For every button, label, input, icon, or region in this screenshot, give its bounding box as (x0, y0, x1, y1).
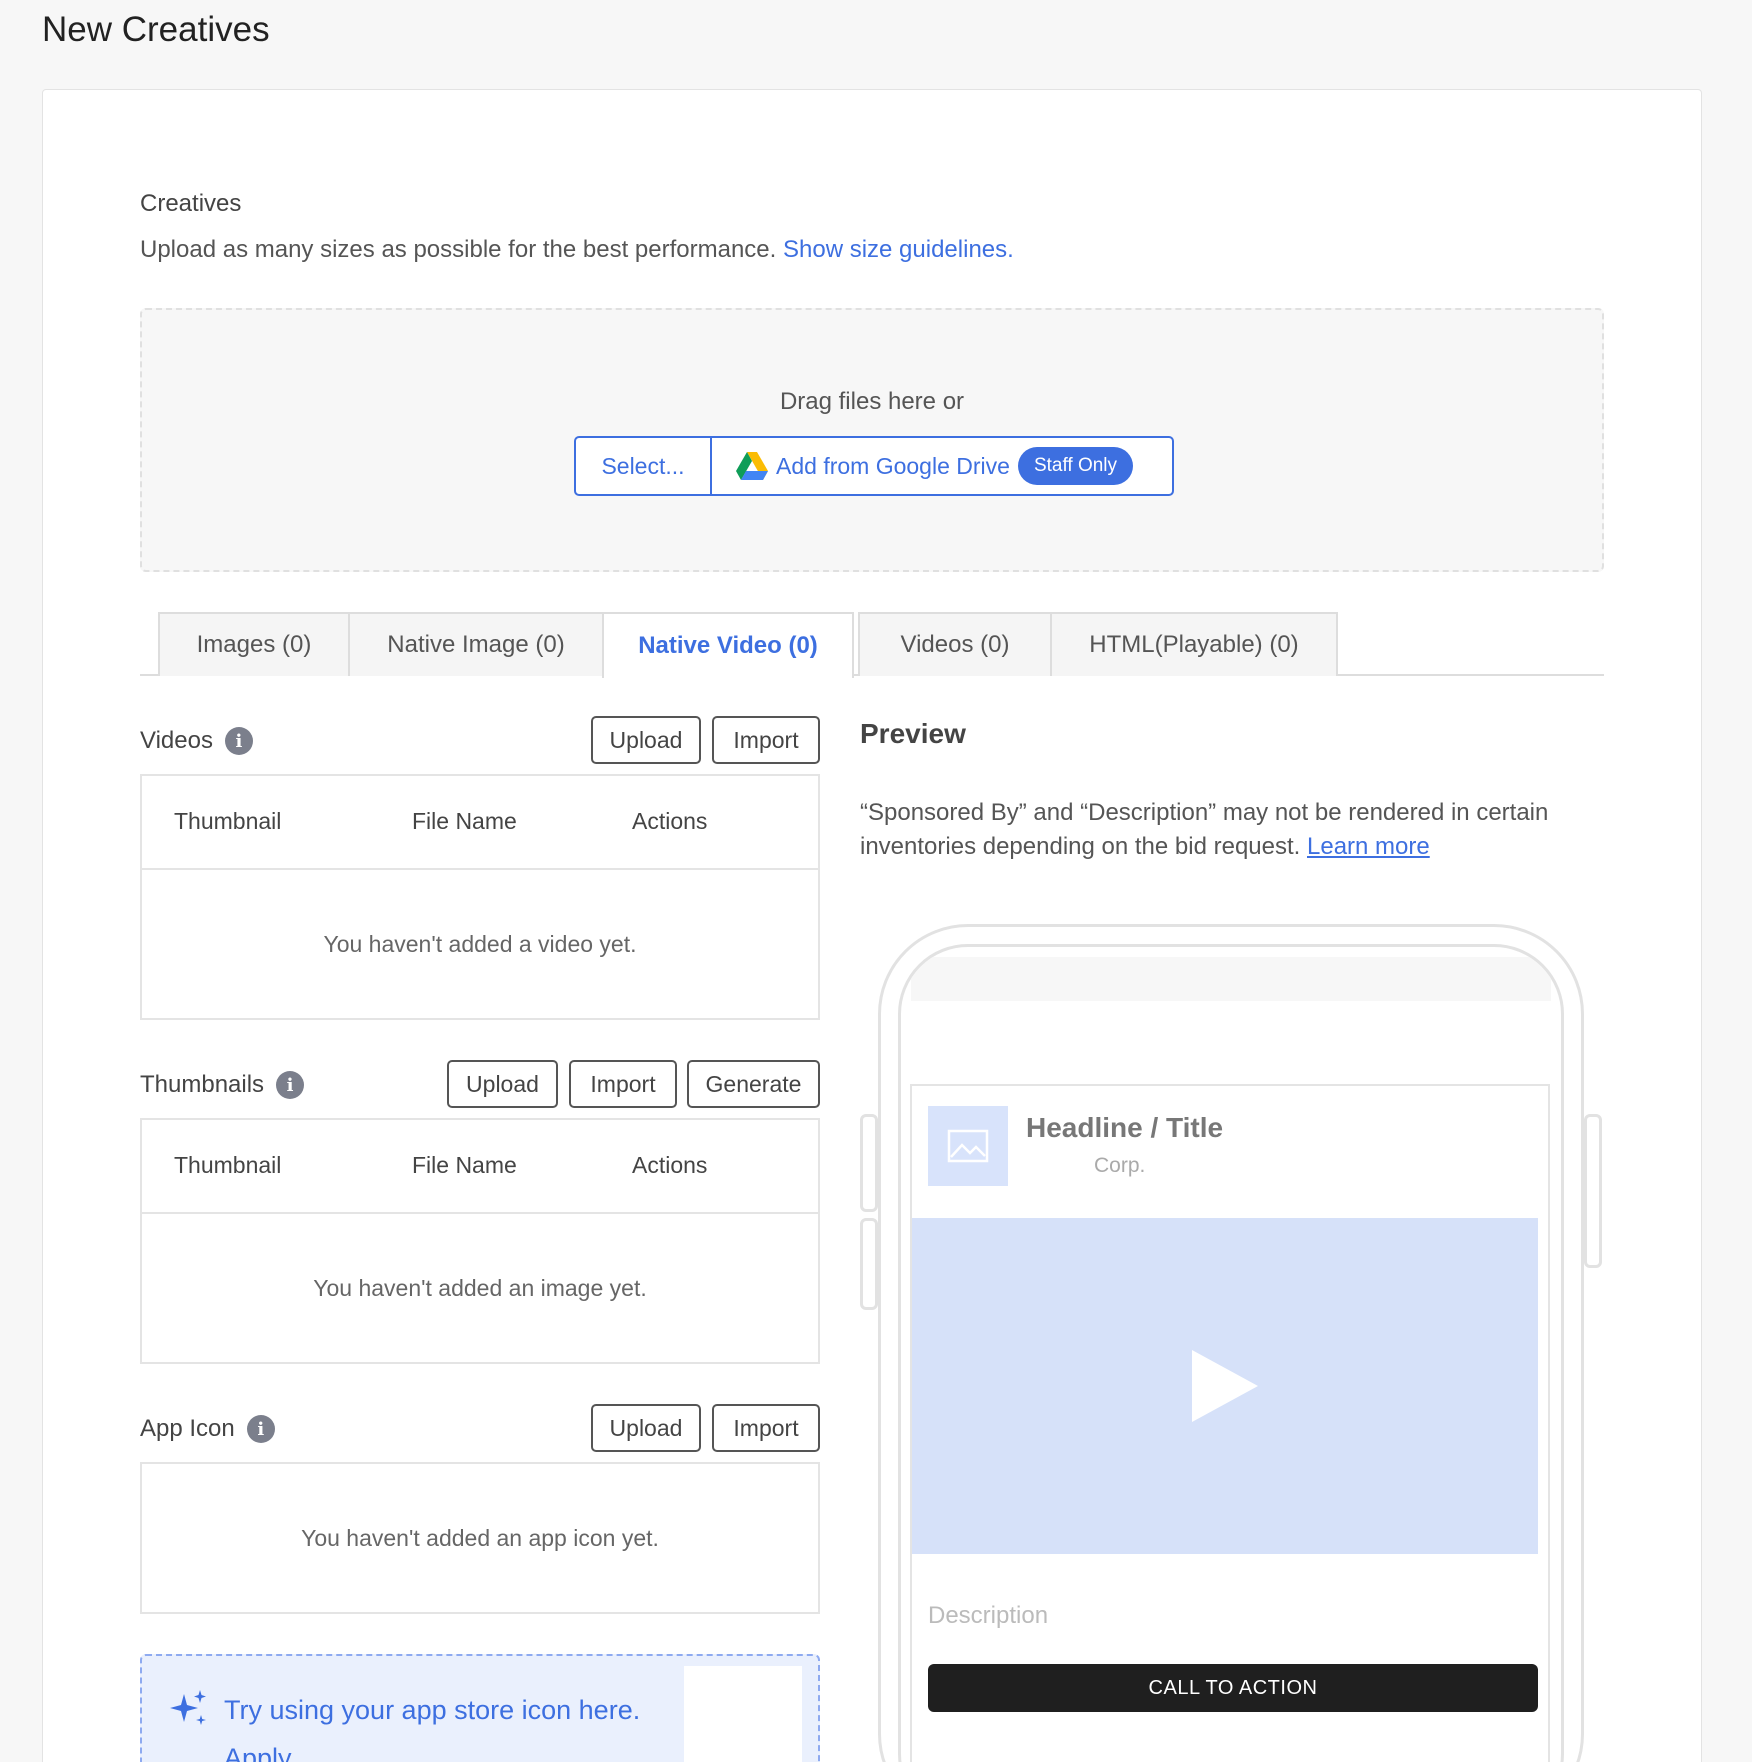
creatives-title: Creatives (140, 190, 242, 217)
upload-button-group: Select... Add from Google Drive Staff On… (574, 436, 1174, 496)
info-icon[interactable]: i (276, 1071, 305, 1099)
column-actions: Actions (632, 808, 708, 834)
creative-type-tabs: Images (0) Native Image (0) Native Video… (140, 612, 1604, 678)
app-icon-import-button[interactable]: Import (712, 1404, 820, 1452)
thumbnails-heading: Thumbnails i (140, 1071, 305, 1099)
select-files-button[interactable]: Select... (576, 438, 712, 494)
thumbnails-empty-state: You haven't added an image yet. (313, 1274, 647, 1301)
tab-videos[interactable]: Videos (0) (858, 612, 1052, 676)
column-thumbnail: Thumbnail (174, 1152, 282, 1178)
info-icon[interactable]: i (246, 1415, 275, 1443)
thumbnails-table: Thumbnail File Name Actions You haven't … (140, 1118, 820, 1364)
column-file-name: File Name (412, 1152, 517, 1178)
tab-native-image[interactable]: Native Image (0) (348, 612, 604, 676)
creatives-subtitle-text: Upload as many sizes as possible for the… (140, 236, 777, 263)
app-icon-upload-button[interactable]: Upload (591, 1404, 701, 1452)
google-drive-button[interactable]: Add from Google Drive Staff Only (712, 438, 1172, 494)
hint-text: Try using your app store icon here. (224, 1695, 641, 1725)
ad-headline: Headline / Title (1026, 1112, 1224, 1143)
image-placeholder-icon (947, 1129, 989, 1163)
thumbnails-upload-button[interactable]: Upload (447, 1060, 558, 1108)
app-icon-heading: App Icon i (140, 1415, 275, 1443)
videos-upload-button[interactable]: Upload (591, 716, 701, 764)
google-drive-icon (736, 452, 768, 480)
call-to-action-button[interactable]: CALL TO ACTION (928, 1664, 1538, 1712)
creatives-subtitle: Upload as many sizes as possible for the… (140, 236, 1014, 264)
ad-sponsor: Corp. (1094, 1154, 1146, 1177)
page-title: New Creatives (42, 10, 270, 49)
ad-description: Description (928, 1602, 1049, 1629)
preview-note: “Sponsored By” and “Description” may not… (860, 796, 1620, 864)
hint-text-block: Try using your app store icon here. Appl… (224, 1686, 640, 1762)
size-guidelines-link[interactable]: Show size guidelines. (783, 236, 1014, 263)
videos-heading: Videos i (140, 727, 253, 755)
thumbnails-table-header: Thumbnail File Name Actions (142, 1120, 818, 1214)
column-file-name: File Name (412, 808, 517, 834)
phone-status-bar (911, 957, 1551, 1001)
videos-table-header: Thumbnail File Name Actions (142, 776, 818, 870)
thumbnails-generate-button[interactable]: Generate (687, 1060, 820, 1108)
column-actions: Actions (632, 1152, 708, 1178)
tab-html-playable[interactable]: HTML(Playable) (0) (1050, 612, 1338, 676)
phone-side-button (860, 1114, 878, 1212)
ad-icon-placeholder (928, 1106, 1008, 1186)
column-thumbnail: Thumbnail (174, 808, 282, 834)
app-icon-preview-slot (684, 1666, 802, 1762)
app-store-icon-hint: Try using your app store icon here. Appl… (140, 1654, 820, 1762)
app-icon-empty-state: You haven't added an app icon yet. (140, 1462, 820, 1614)
thumbnails-import-button[interactable]: Import (569, 1060, 677, 1108)
native-ad-preview: Headline / Title Corp. Description CALL … (910, 1084, 1550, 1762)
preview-title: Preview (860, 718, 966, 749)
phone-side-button (1584, 1114, 1602, 1268)
app-icon-title: App Icon (140, 1415, 235, 1442)
info-icon[interactable]: i (224, 727, 253, 755)
phone-side-button (860, 1218, 878, 1310)
tab-native-video[interactable]: Native Video (0) (602, 612, 854, 678)
sparkle-icon (170, 1690, 206, 1725)
tab-images[interactable]: Images (0) (158, 612, 350, 676)
videos-table: Thumbnail File Name Actions You haven't … (140, 774, 820, 1020)
apply-link[interactable]: Apply (224, 1734, 640, 1762)
thumbnails-title: Thumbnails (140, 1071, 265, 1098)
ad-video-placeholder[interactable] (912, 1218, 1538, 1554)
staff-only-badge: Staff Only (1017, 447, 1134, 485)
play-icon (1192, 1350, 1258, 1422)
videos-import-button[interactable]: Import (712, 716, 820, 764)
videos-empty-state: You haven't added a video yet. (323, 930, 637, 957)
preview-note-text: “Sponsored By” and “Description” may not… (860, 799, 1549, 860)
learn-more-link[interactable]: Learn more (1307, 833, 1430, 860)
google-drive-label: Add from Google Drive (776, 452, 1010, 479)
videos-title: Videos (140, 727, 213, 754)
drag-files-text: Drag files here or (779, 388, 965, 415)
file-dropzone[interactable]: Drag files here or Select... Add from Go… (140, 308, 1604, 572)
